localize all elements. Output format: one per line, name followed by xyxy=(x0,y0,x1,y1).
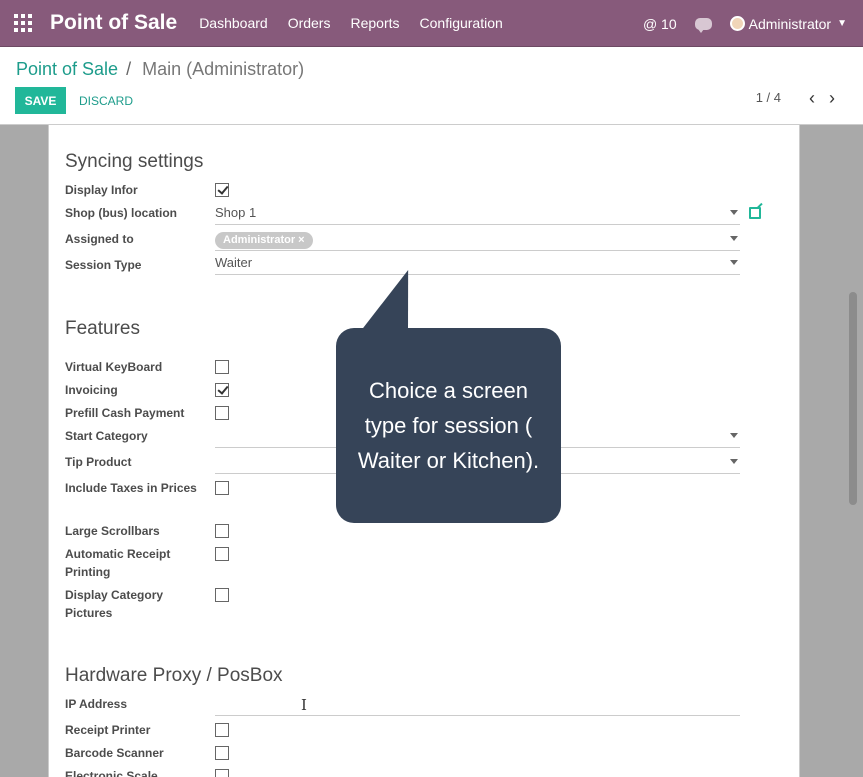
session-type-label: Session Type xyxy=(65,258,142,272)
activity-counter[interactable]: @ 10 xyxy=(643,16,677,32)
electronic-scale-checkbox[interactable] xyxy=(215,769,229,777)
display-category-label-line1: Display Category xyxy=(65,588,164,602)
auto-receipt-label: Automatic Receipt Printing xyxy=(65,545,170,581)
invoicing-checkbox[interactable] xyxy=(215,383,229,397)
menu-dashboard[interactable]: Dashboard xyxy=(199,15,268,31)
breadcrumb: Point of Sale / Main (Administrator) xyxy=(16,59,304,80)
tip-product-label: Tip Product xyxy=(65,455,132,469)
large-scrollbars-label: Large Scrollbars xyxy=(65,524,160,538)
shop-location-select[interactable]: Shop 1 xyxy=(215,200,740,225)
shop-location-value: Shop 1 xyxy=(215,205,257,220)
receipt-printer-checkbox[interactable] xyxy=(215,723,229,737)
dropdown-caret-icon[interactable] xyxy=(730,260,738,265)
features-title: Features xyxy=(65,318,140,339)
top-navbar: Point of Sale Dashboard Orders Reports C… xyxy=(0,0,863,47)
invoicing-label: Invoicing xyxy=(65,383,118,397)
display-category-label: Display Category Pictures xyxy=(65,586,163,622)
external-link-icon[interactable] xyxy=(749,207,761,219)
auto-receipt-checkbox[interactable] xyxy=(215,547,229,561)
caret-down-icon[interactable]: ▼ xyxy=(837,18,847,29)
breadcrumb-separator: / xyxy=(126,59,132,79)
syncing-settings-title: Syncing settings xyxy=(65,151,204,172)
dropdown-caret-icon[interactable] xyxy=(730,433,738,438)
assigned-to-label: Assigned to xyxy=(65,232,134,246)
user-avatar[interactable] xyxy=(729,16,745,31)
hardware-title: Hardware Proxy / PosBox xyxy=(65,665,283,686)
callout-tooltip: Choice a screen type for session ( Waite… xyxy=(336,328,561,523)
display-infor-checkbox[interactable] xyxy=(215,183,229,197)
session-type-value: Waiter xyxy=(215,255,253,270)
callout-text: Choice a screen type for session ( Waite… xyxy=(357,378,540,473)
start-category-label: Start Category xyxy=(65,429,148,443)
barcode-scanner-label: Barcode Scanner xyxy=(65,746,164,760)
main-menu: Dashboard Orders Reports Configuration xyxy=(199,15,523,31)
dropdown-caret-icon[interactable] xyxy=(730,236,738,241)
ip-address-input[interactable] xyxy=(215,691,740,716)
app-title[interactable]: Point of Sale xyxy=(50,11,177,35)
menu-configuration[interactable]: Configuration xyxy=(420,15,503,31)
save-button[interactable]: SAVE xyxy=(15,87,66,114)
navbar-systray: @ 10 Administrator ▼ xyxy=(643,0,847,47)
auto-receipt-label-line1: Automatic Receipt xyxy=(65,547,171,561)
assigned-user-tag[interactable]: Administrator × xyxy=(215,232,313,249)
ip-address-label: IP Address xyxy=(65,697,128,711)
discard-button[interactable]: DISCARD xyxy=(79,94,133,108)
virtual-keyboard-checkbox[interactable] xyxy=(215,360,229,374)
prefill-cash-label: Prefill Cash Payment xyxy=(65,406,185,420)
chevron-left-icon[interactable]: ‹ xyxy=(809,89,815,107)
shop-location-label: Shop (bus) location xyxy=(65,206,177,220)
display-category-checkbox[interactable] xyxy=(215,588,229,602)
chevron-right-icon[interactable]: › xyxy=(829,89,835,107)
display-infor-label: Display Infor xyxy=(65,183,138,197)
include-taxes-checkbox[interactable] xyxy=(215,481,229,495)
session-type-select[interactable]: Waiter xyxy=(215,250,740,275)
pager: 1 / 4 ‹ › xyxy=(756,89,835,107)
barcode-scanner-checkbox[interactable] xyxy=(215,746,229,760)
text-cursor-icon: I xyxy=(301,696,307,714)
apps-grid-icon[interactable] xyxy=(14,14,32,32)
dropdown-caret-icon[interactable] xyxy=(730,459,738,464)
prefill-cash-checkbox[interactable] xyxy=(215,406,229,420)
control-panel: Point of Sale / Main (Administrator) SAV… xyxy=(0,47,863,125)
electronic-scale-label: Electronic Scale xyxy=(65,769,158,777)
user-menu[interactable]: Administrator xyxy=(749,16,831,32)
menu-orders[interactable]: Orders xyxy=(288,15,331,31)
menu-reports[interactable]: Reports xyxy=(350,15,399,31)
large-scrollbars-checkbox[interactable] xyxy=(215,524,229,538)
dropdown-caret-icon[interactable] xyxy=(730,210,738,215)
receipt-printer-label: Receipt Printer xyxy=(65,723,151,737)
breadcrumb-parent[interactable]: Point of Sale xyxy=(16,59,118,79)
pager-value[interactable]: 1 / 4 xyxy=(756,90,781,105)
virtual-keyboard-label: Virtual KeyBoard xyxy=(65,360,163,374)
chat-icon[interactable] xyxy=(694,17,712,33)
auto-receipt-label-line2: Printing xyxy=(65,565,111,579)
breadcrumb-current: Main (Administrator) xyxy=(142,59,305,79)
scrollbar[interactable] xyxy=(849,292,857,505)
include-taxes-label: Include Taxes in Prices xyxy=(65,481,197,495)
display-category-label-line2: Pictures xyxy=(65,606,113,620)
